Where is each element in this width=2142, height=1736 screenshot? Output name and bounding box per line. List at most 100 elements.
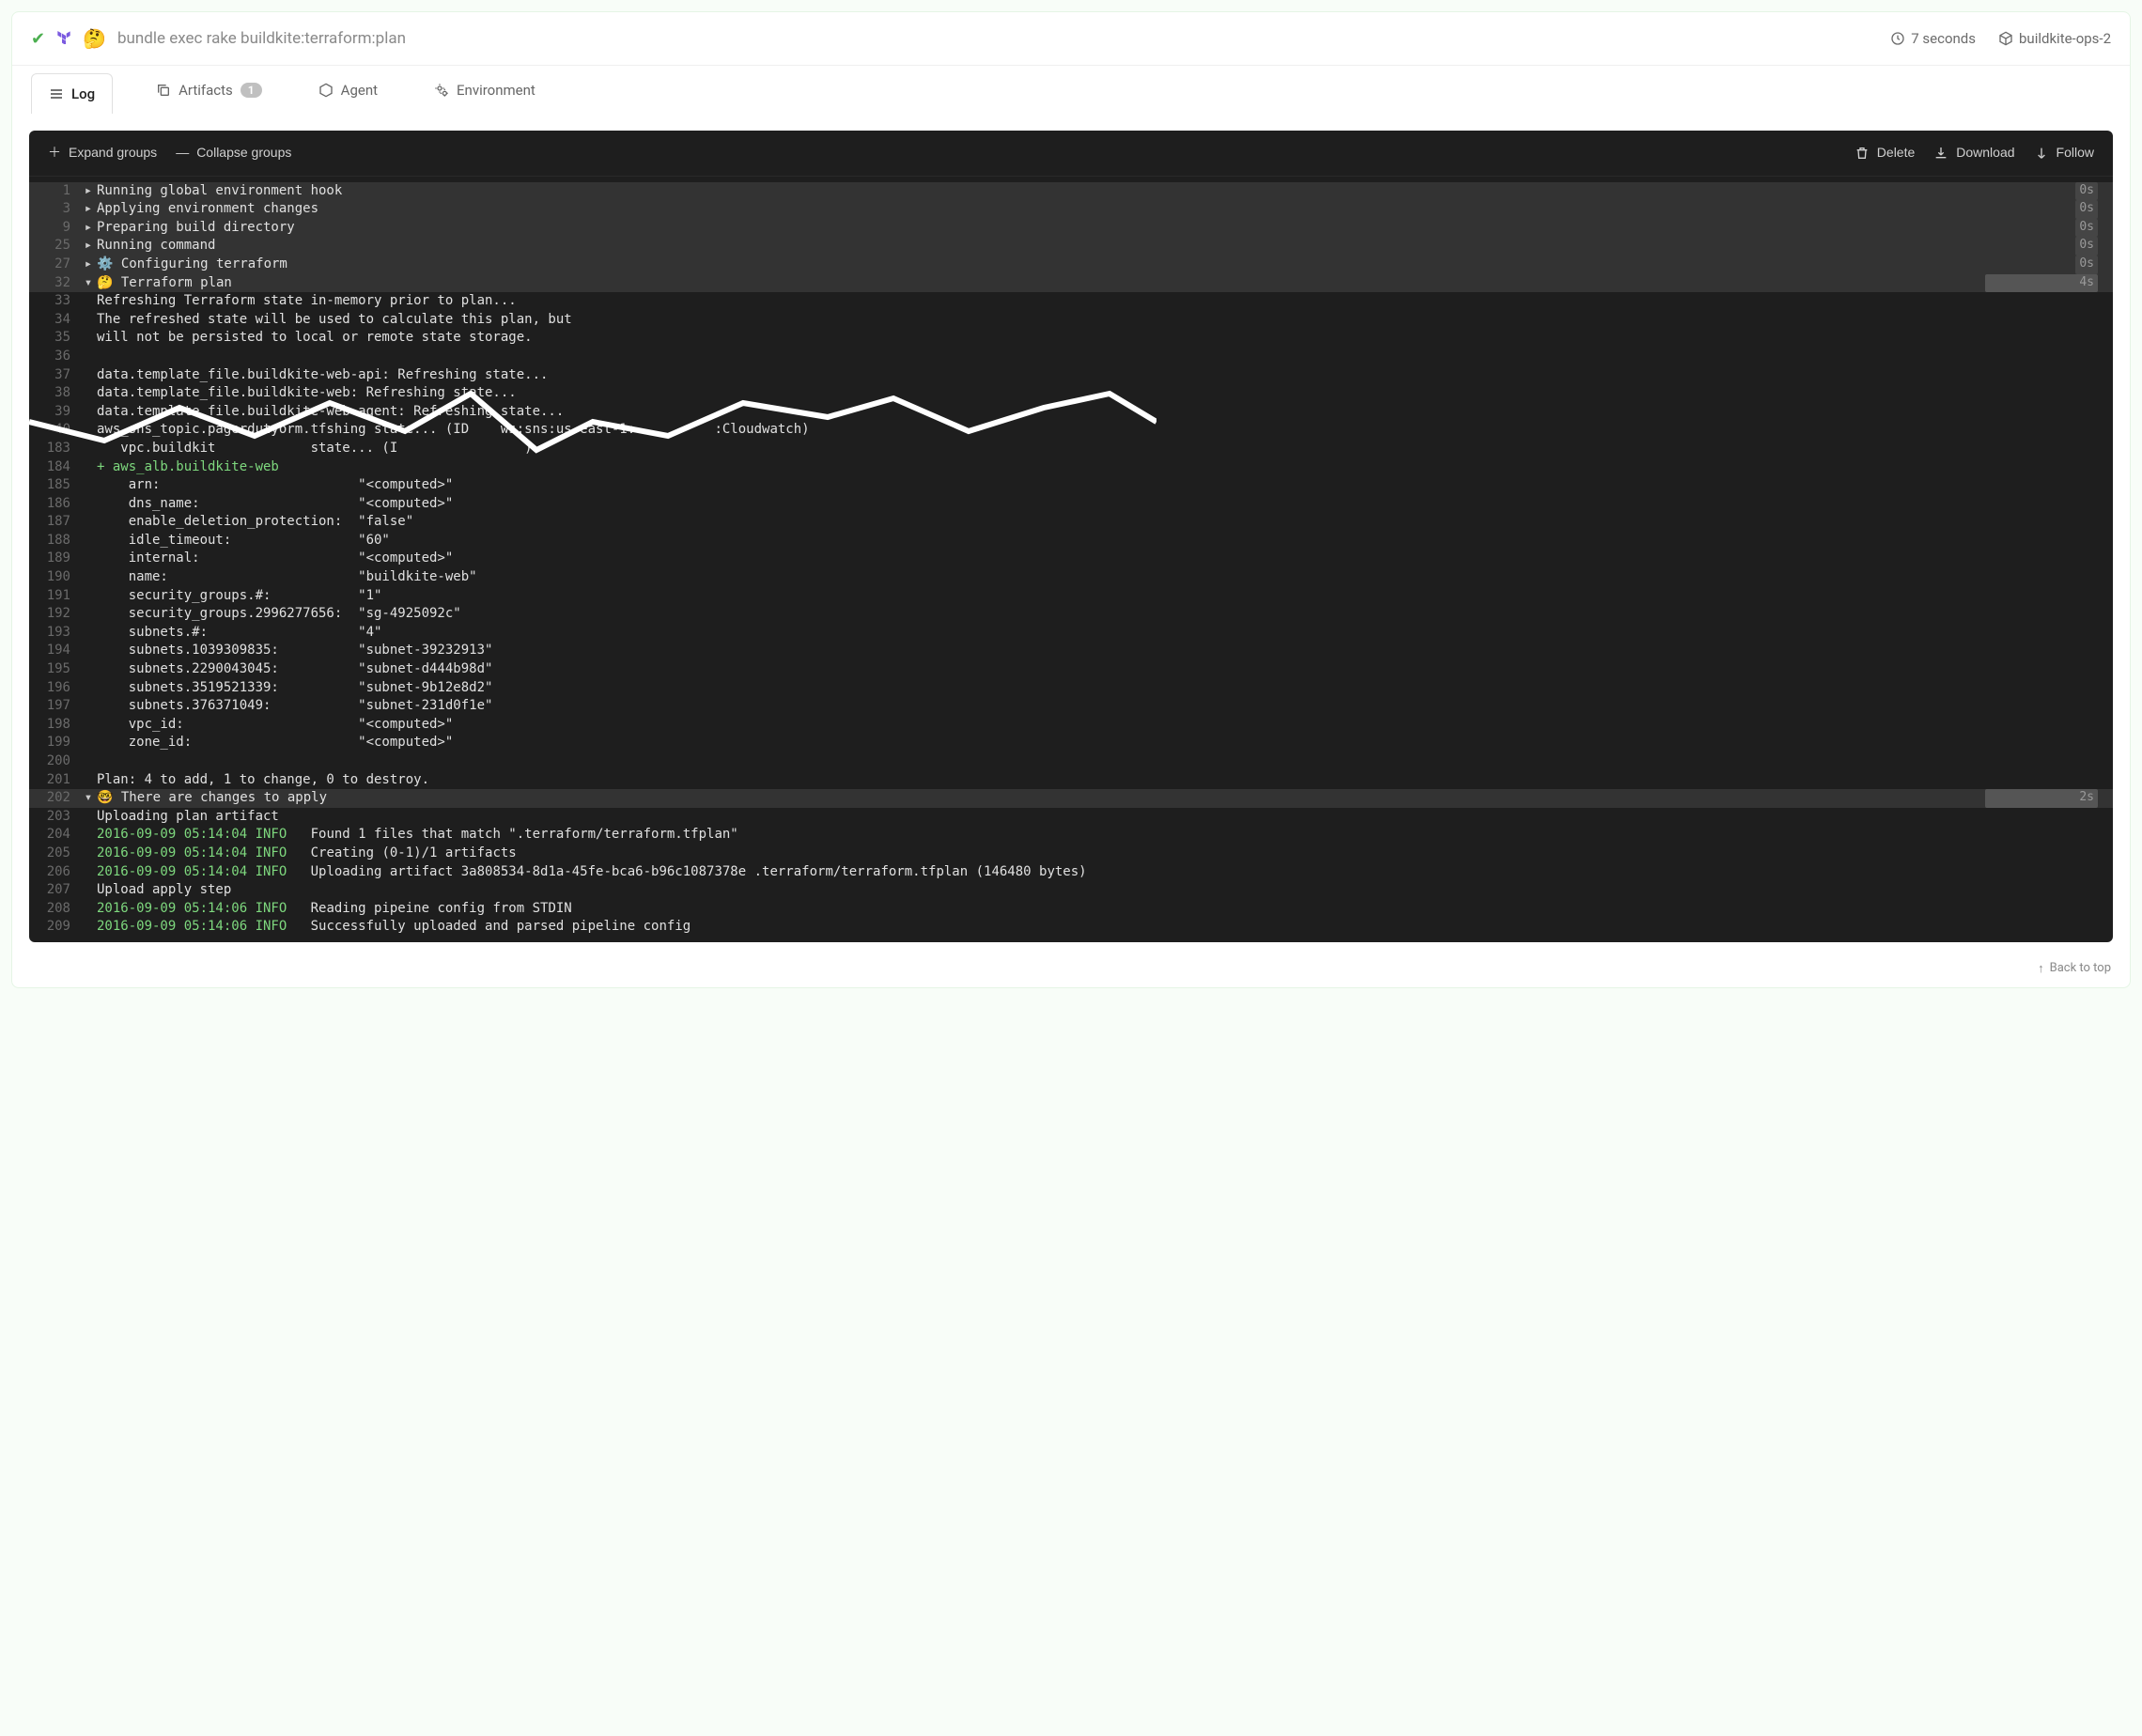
log-group-header[interactable]: 27▸⚙️ Configuring terraform0s — [29, 256, 2113, 274]
log-body[interactable]: 1▸Running global environment hook0s3▸App… — [29, 177, 2113, 942]
tab-log[interactable]: Log — [31, 73, 113, 114]
spacer — [80, 716, 97, 735]
agent-name[interactable]: buildkite-ops-2 — [1998, 30, 2111, 47]
line-number: 201 — [29, 771, 80, 790]
line-text: Upload apply step — [97, 881, 2098, 900]
chevron-right-icon[interactable]: ▸ — [80, 219, 97, 238]
chevron-down-icon[interactable]: ▾ — [80, 789, 97, 808]
line-number: 185 — [29, 476, 80, 495]
log-line: 195 subnets.2290043045: "subnet-d444b98d… — [29, 660, 2113, 679]
line-number: 1 — [29, 182, 80, 201]
log-line: 192 security_groups.2996277656: "sg-4925… — [29, 605, 2113, 624]
chevron-down-icon[interactable]: ▾ — [80, 274, 97, 293]
spacer — [80, 513, 97, 532]
spacer — [80, 918, 97, 937]
line-duration: 0s — [2075, 219, 2098, 238]
download-button[interactable]: Download — [1933, 144, 2014, 163]
line-number: 40 — [29, 421, 80, 440]
chevron-right-icon[interactable]: ▸ — [80, 237, 97, 256]
line-number: 32 — [29, 274, 80, 293]
collapse-groups-button[interactable]: — Collapse groups — [176, 144, 291, 163]
log-group-header[interactable]: 202▾🤓 There are changes to apply2s — [29, 789, 2113, 808]
expand-groups-button[interactable]: ＋ Expand groups — [48, 144, 157, 163]
log-line: 187 enable_deletion_protection: "false" — [29, 513, 2113, 532]
plus-icon: ＋ — [48, 144, 61, 163]
line-text: 2016-09-09 05:14:06 INFO Reading pipeine… — [97, 900, 2098, 919]
line-text: 🤓 There are changes to apply — [97, 789, 1985, 808]
line-number: 194 — [29, 642, 80, 660]
line-text: The refreshed state will be used to calc… — [97, 311, 2098, 330]
log-group-header[interactable]: 32▾🤔 Terraform plan4s — [29, 274, 2113, 293]
log-group-header[interactable]: 3▸Applying environment changes0s — [29, 200, 2113, 219]
back-to-top-button[interactable]: ↑ Back to top — [12, 950, 2130, 987]
line-text: + aws_alb.buildkite-web — [97, 458, 2098, 477]
line-text: vpc.buildkit state... (I ) — [97, 440, 2098, 458]
line-text: 🤔 Terraform plan — [97, 274, 1985, 293]
chevron-right-icon[interactable]: ▸ — [80, 200, 97, 219]
chevron-right-icon[interactable]: ▸ — [80, 182, 97, 201]
line-text: Running global environment hook — [97, 182, 2075, 201]
spacer — [80, 403, 97, 422]
tab-agent[interactable]: Agent — [305, 67, 391, 114]
command-label: bundle exec rake buildkite:terraform:pla… — [117, 29, 406, 48]
line-number: 198 — [29, 716, 80, 735]
line-text: Refreshing Terraform state in-memory pri… — [97, 292, 2098, 311]
line-number: 208 — [29, 900, 80, 919]
minus-icon: — — [176, 144, 189, 163]
log-group-header[interactable]: 25▸Running command0s — [29, 237, 2113, 256]
log-line: 2052016-09-09 05:14:04 INFO Creating (0-… — [29, 845, 2113, 863]
log-line: 189 internal: "<computed>" — [29, 550, 2113, 568]
line-duration: 0s — [2075, 182, 2098, 201]
spacer — [80, 900, 97, 919]
line-text: vpc_id: "<computed>" — [97, 716, 2098, 735]
trash-icon — [1855, 146, 1870, 161]
spacer — [80, 568, 97, 587]
line-number: 25 — [29, 237, 80, 256]
log-line: 184 + aws_alb.buildkite-web — [29, 458, 2113, 477]
duration: 7 seconds — [1890, 30, 1976, 47]
line-text: enable_deletion_protection: "false" — [97, 513, 2098, 532]
line-text: subnets.2290043045: "subnet-d444b98d" — [97, 660, 2098, 679]
line-number: 192 — [29, 605, 80, 624]
terminal: ＋ Expand groups — Collapse groups Delete — [29, 131, 2113, 942]
log-line: 36 — [29, 348, 2113, 366]
line-number: 206 — [29, 863, 80, 882]
log-group-header[interactable]: 1▸Running global environment hook0s — [29, 182, 2113, 201]
log-line: 196 subnets.3519521339: "subnet-9b12e8d2… — [29, 679, 2113, 698]
tab-environment[interactable]: Environment — [421, 67, 549, 114]
log-line: 197 subnets.376371049: "subnet-231d0f1e" — [29, 697, 2113, 716]
line-number: 37 — [29, 366, 80, 385]
line-text: subnets.#: "4" — [97, 624, 2098, 643]
log-line: 198 vpc_id: "<computed>" — [29, 716, 2113, 735]
line-number: 184 — [29, 458, 80, 477]
line-number: 190 — [29, 568, 80, 587]
spacer — [80, 734, 97, 752]
spacer — [80, 587, 97, 606]
delete-button[interactable]: Delete — [1855, 144, 1915, 163]
log-line: 199 zone_id: "<computed>" — [29, 734, 2113, 752]
line-number: 209 — [29, 918, 80, 937]
log-line: 191 security_groups.#: "1" — [29, 587, 2113, 606]
tab-bar: Log Artifacts 1 Agent Environment — [12, 66, 2130, 114]
line-text: Preparing build directory — [97, 219, 2075, 238]
tab-artifacts[interactable]: Artifacts 1 — [143, 67, 275, 114]
log-line: 186 dns_name: "<computed>" — [29, 495, 2113, 514]
line-number: 193 — [29, 624, 80, 643]
spacer — [80, 808, 97, 827]
spacer — [80, 384, 97, 403]
line-number: 207 — [29, 881, 80, 900]
spacer — [80, 845, 97, 863]
line-duration: 0s — [2075, 237, 2098, 256]
follow-button[interactable]: Follow — [2034, 144, 2094, 163]
chevron-right-icon[interactable]: ▸ — [80, 256, 97, 274]
spacer — [80, 329, 97, 348]
thinking-emoji: 🤔 — [83, 27, 106, 50]
cube-icon — [318, 83, 334, 98]
line-number: 34 — [29, 311, 80, 330]
log-line: 37data.template_file.buildkite-web-api: … — [29, 366, 2113, 385]
line-text: Uploading plan artifact — [97, 808, 2098, 827]
line-text: Plan: 4 to add, 1 to change, 0 to destro… — [97, 771, 2098, 790]
line-text: arn: "<computed>" — [97, 476, 2098, 495]
log-group-header[interactable]: 9▸Preparing build directory0s — [29, 219, 2113, 238]
gears-icon — [434, 83, 449, 98]
